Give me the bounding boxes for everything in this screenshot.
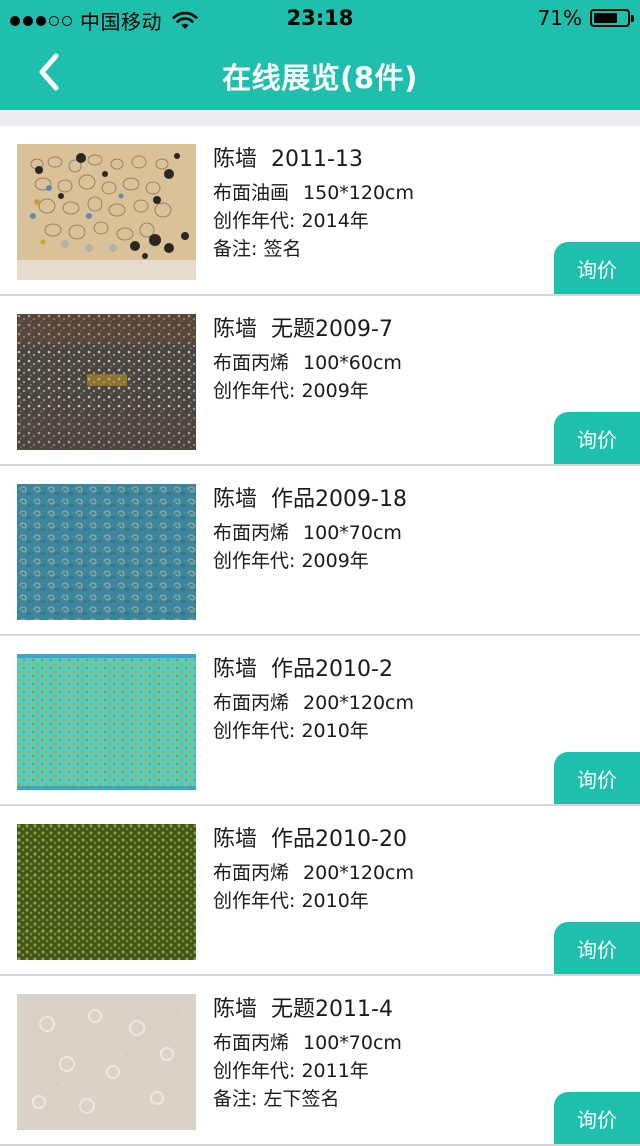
- inquire-price-button[interactable]: 询价: [554, 412, 640, 464]
- artwork-note: 备注: 签名: [213, 238, 302, 260]
- status-right: 71%: [537, 6, 634, 30]
- artwork-title: 无题2009-7: [271, 317, 393, 342]
- artwork-title: 作品2010-20: [271, 827, 407, 852]
- artwork-title: 无题2011-4: [271, 997, 393, 1022]
- artwork-size: 100*60cm: [303, 352, 402, 374]
- artist-name: 陈墙: [213, 317, 258, 342]
- artwork-year: 创作年代: 2010年: [213, 890, 369, 912]
- artwork-spec: 布面丙烯 200*120cm: [213, 689, 543, 717]
- artwork-year: 创作年代: 2009年: [213, 550, 369, 572]
- artwork-title-line: 陈墙 作品2010-2: [213, 656, 543, 684]
- artwork-image: [17, 144, 196, 280]
- artwork-image: [17, 314, 196, 450]
- artwork-thumbnail: [17, 654, 196, 790]
- artwork-year: 创作年代: 2009年: [213, 380, 369, 402]
- artwork-title: 作品2009-18: [271, 487, 407, 512]
- artist-name: 陈墙: [213, 487, 258, 512]
- artwork-title-line: 陈墙 2011-13: [213, 146, 543, 174]
- artwork-medium: 布面丙烯: [213, 352, 290, 374]
- artwork-spec: 布面丙烯 200*120cm: [213, 859, 543, 887]
- artwork-info: 陈墙 作品2010-20 布面丙烯 200*120cm 创作年代: 2010年: [213, 826, 543, 915]
- artwork-title-line: 陈墙 作品2009-18: [213, 486, 543, 514]
- artwork-medium: 布面丙烯: [213, 522, 290, 544]
- artwork-medium: 布面油画: [213, 182, 290, 204]
- inquire-price-button[interactable]: 询价: [554, 1092, 640, 1144]
- artwork-info: 陈墙 无题2009-7 布面丙烯 100*60cm 创作年代: 2009年: [213, 316, 543, 405]
- battery-percent: 71%: [537, 6, 582, 30]
- artwork-image: [17, 654, 196, 790]
- artwork-item[interactable]: 陈墙 作品2010-2 布面丙烯 200*120cm 创作年代: 2010年 询价: [0, 636, 640, 806]
- artwork-note: 备注: 左下签名: [213, 1088, 340, 1110]
- navigation-bar: 在线展览(8件): [0, 36, 640, 110]
- artwork-year: 创作年代: 2010年: [213, 720, 369, 742]
- artwork-info: 陈墙 作品2009-18 布面丙烯 100*70cm 创作年代: 2009年: [213, 486, 543, 575]
- artwork-spec: 布面丙烯 100*70cm: [213, 519, 543, 547]
- artwork-size: 150*120cm: [303, 182, 415, 204]
- artwork-image: [17, 994, 196, 1130]
- artwork-medium: 布面丙烯: [213, 692, 290, 714]
- artist-name: 陈墙: [213, 997, 258, 1022]
- artwork-info: 陈墙 无题2011-4 布面丙烯 100*70cm 创作年代: 2011年 备注: …: [213, 996, 543, 1113]
- artwork-spec: 布面丙烯 100*70cm: [213, 1029, 543, 1057]
- artwork-item[interactable]: 陈墙 2011-13 布面油画 150*120cm 创作年代: 2014年 备注: …: [0, 126, 640, 296]
- artwork-medium: 布面丙烯: [213, 862, 290, 884]
- artwork-size: 100*70cm: [303, 1032, 402, 1054]
- artwork-image: [17, 824, 196, 960]
- artwork-title-line: 陈墙 无题2009-7: [213, 316, 543, 344]
- artwork-item[interactable]: 陈墙 无题2009-7 布面丙烯 100*60cm 创作年代: 2009年 询价: [0, 296, 640, 466]
- artwork-image: [17, 484, 196, 620]
- artwork-info: 陈墙 作品2010-2 布面丙烯 200*120cm 创作年代: 2010年: [213, 656, 543, 745]
- artwork-info: 陈墙 2011-13 布面油画 150*120cm 创作年代: 2014年 备注: …: [213, 146, 543, 263]
- artwork-title: 2011-13: [271, 147, 363, 172]
- artwork-title-line: 陈墙 无题2011-4: [213, 996, 543, 1024]
- artwork-title: 作品2010-2: [271, 657, 393, 682]
- artwork-title-line: 陈墙 作品2010-20: [213, 826, 543, 854]
- battery-fill: [594, 13, 617, 23]
- artwork-item[interactable]: 陈墙 作品2010-20 布面丙烯 200*120cm 创作年代: 2010年 询价: [0, 806, 640, 976]
- artwork-spec: 布面油画 150*120cm: [213, 179, 543, 207]
- artwork-item[interactable]: 陈墙 作品2009-18 布面丙烯 100*70cm 创作年代: 2009年: [0, 466, 640, 636]
- artwork-thumbnail: [17, 824, 196, 960]
- artwork-medium: 布面丙烯: [213, 1032, 290, 1054]
- battery-icon: [590, 9, 634, 27]
- artwork-thumbnail: [17, 144, 196, 280]
- artwork-thumbnail: [17, 994, 196, 1130]
- artwork-size: 100*70cm: [303, 522, 402, 544]
- artwork-size: 200*120cm: [303, 862, 415, 884]
- artist-name: 陈墙: [213, 657, 258, 682]
- artwork-thumbnail: [17, 314, 196, 450]
- artist-name: 陈墙: [213, 147, 258, 172]
- inquire-price-button[interactable]: 询价: [554, 242, 640, 294]
- page-title: 在线展览(8件): [222, 61, 418, 95]
- artwork-year: 创作年代: 2011年: [213, 1060, 369, 1082]
- artwork-year: 创作年代: 2014年: [213, 210, 369, 232]
- artist-name: 陈墙: [213, 827, 258, 852]
- section-separator: [0, 110, 640, 126]
- inquire-price-button[interactable]: 询价: [554, 752, 640, 804]
- status-bar: 中国移动 23:18 71%: [0, 0, 640, 36]
- artwork-item[interactable]: 陈墙 无题2011-4 布面丙烯 100*70cm 创作年代: 2011年 备注: …: [0, 976, 640, 1146]
- artwork-size: 200*120cm: [303, 692, 415, 714]
- artwork-list: 陈墙 2011-13 布面油画 150*120cm 创作年代: 2014年 备注: …: [0, 126, 640, 1146]
- inquire-price-button[interactable]: 询价: [554, 922, 640, 974]
- artwork-thumbnail: [17, 484, 196, 620]
- artwork-spec: 布面丙烯 100*60cm: [213, 349, 543, 377]
